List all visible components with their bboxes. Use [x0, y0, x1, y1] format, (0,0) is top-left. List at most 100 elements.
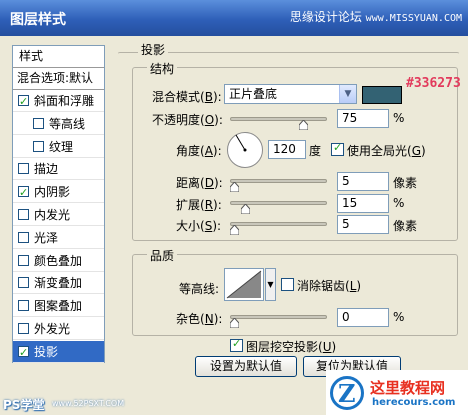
spread-input[interactable]: 15	[337, 194, 389, 213]
noise-slider-thumb[interactable]	[230, 318, 239, 328]
logo-site-text: herecours.com	[372, 397, 456, 408]
anti-alias-label[interactable]: 消除锯齿(L)	[297, 277, 361, 294]
noise-unit: %	[393, 310, 405, 324]
angle-label: 角度(A):	[176, 144, 222, 158]
spread-label: 扩展(R):	[176, 198, 222, 212]
watermark-top: 思缘设计论坛 www.MISSYUAN.COM	[290, 8, 462, 25]
global-light-checkbox[interactable]	[331, 141, 344, 156]
style-item[interactable]: 光泽	[13, 227, 104, 249]
contour-label: 等高线:	[179, 282, 220, 296]
style-item-checkbox[interactable]	[18, 209, 29, 220]
style-item-label: 斜面和浮雕	[34, 94, 95, 108]
knockout-checkbox[interactable]	[230, 337, 243, 352]
style-item-label: 外发光	[34, 322, 71, 336]
watermark-ps: PS学堂	[3, 398, 45, 412]
logo-cn-text: 这里教程网	[370, 379, 446, 397]
blend-mode-value: 正片叠底	[229, 87, 278, 101]
style-item[interactable]: 斜面和浮雕	[13, 90, 104, 112]
style-item-label: 描边	[34, 162, 59, 177]
angle-input[interactable]: 120	[268, 140, 306, 159]
style-item-checkbox[interactable]	[18, 231, 29, 243]
style-item[interactable]: 内阴影	[13, 181, 104, 204]
spread-slider-thumb[interactable]	[240, 204, 250, 214]
size-input[interactable]: 5	[337, 215, 389, 234]
noise-input[interactable]: 0	[337, 308, 389, 327]
watermark-cn: 思缘设计论坛	[289, 10, 362, 24]
styles-header[interactable]: 样式	[13, 46, 104, 68]
shadow-color-swatch[interactable]	[362, 86, 402, 104]
spread-unit: %	[393, 196, 405, 210]
noise-slider[interactable]	[230, 315, 327, 319]
opacity-input[interactable]: 75	[337, 109, 389, 128]
style-item[interactable]: 内发光	[13, 204, 104, 226]
size-slider[interactable]	[230, 222, 327, 226]
style-item-checkbox[interactable]	[18, 277, 29, 289]
watermark-bottom-left: PS学堂 www.52PSXT.COM	[0, 393, 160, 415]
style-item-checkbox[interactable]	[18, 183, 29, 203]
style-item-checkbox[interactable]	[18, 343, 29, 363]
knockout-label[interactable]: 图层挖空投影(U)	[246, 338, 336, 355]
angle-dial[interactable]	[227, 132, 263, 168]
size-slider-thumb[interactable]	[230, 225, 239, 235]
blend-options-item[interactable]: 混合选项:默认	[13, 68, 104, 90]
chevron-down-icon: ▼	[339, 85, 356, 103]
distance-label: 距离(D):	[176, 176, 223, 190]
distance-slider[interactable]	[230, 179, 327, 183]
title-bar: 图层样式 思缘设计论坛 www.MISSYUAN.COM	[0, 0, 468, 36]
style-item[interactable]: 渐变叠加	[13, 272, 104, 295]
style-item[interactable]: 颜色叠加	[13, 250, 104, 272]
section-title: 投影	[138, 41, 169, 58]
opacity-label: 不透明度(O):	[152, 113, 223, 127]
contour-curve-icon	[226, 270, 262, 299]
style-item-checkbox[interactable]	[33, 140, 44, 152]
watermark-ps-site: www.52PSXT.COM	[52, 399, 125, 408]
opacity-slider-thumb[interactable]	[298, 120, 308, 130]
structure-title: 结构	[147, 60, 178, 77]
distance-slider-thumb[interactable]	[230, 182, 239, 192]
style-item-checkbox[interactable]	[18, 323, 29, 334]
blend-mode-label: 混合模式(B):	[152, 90, 222, 104]
watermark-site: www.MISSYUAN.COM	[365, 13, 462, 24]
distance-unit: 像素	[393, 176, 418, 190]
anti-alias-checkbox[interactable]	[281, 278, 294, 291]
style-list: 样式 混合选项:默认 斜面和浮雕等高线纹理描边内阴影内发光光泽颜色叠加渐变叠加图…	[12, 45, 105, 363]
contour-dropdown-arrow[interactable]: ▼	[265, 268, 276, 301]
style-item-checkbox[interactable]	[18, 163, 29, 175]
blend-mode-select[interactable]: 正片叠底 ▼	[224, 84, 357, 104]
style-item-label: 内阴影	[34, 185, 71, 200]
set-default-button[interactable]: 设置为默认值	[195, 356, 297, 377]
size-unit: 像素	[393, 219, 418, 233]
style-item[interactable]: 纹理	[13, 136, 104, 158]
style-item-label: 纹理	[49, 139, 74, 154]
logo-z-icon: Z	[330, 376, 364, 410]
window-title: 图层样式	[10, 12, 66, 28]
style-item-label: 渐变叠加	[34, 276, 83, 291]
style-item-label: 等高线	[49, 116, 86, 131]
opacity-unit: %	[393, 111, 405, 125]
quality-title: 品质	[147, 247, 178, 264]
angle-unit: 度	[309, 144, 322, 158]
style-item[interactable]: 投影	[13, 340, 104, 363]
style-item-checkbox[interactable]	[18, 254, 29, 266]
color-annotation: #336273	[406, 76, 461, 91]
angle-dial-needle	[235, 134, 247, 152]
style-item[interactable]: 外发光	[13, 318, 104, 340]
distance-input[interactable]: 5	[337, 172, 389, 191]
contour-preview[interactable]	[224, 268, 264, 301]
style-item-label: 光泽	[34, 230, 59, 245]
style-item[interactable]: 图案叠加	[13, 295, 104, 318]
opacity-slider[interactable]	[230, 117, 327, 121]
global-light-label[interactable]: 使用全局光(G)	[347, 142, 426, 159]
style-item-label: 内发光	[34, 208, 71, 222]
style-item[interactable]: 描边	[13, 158, 104, 181]
style-item-checkbox[interactable]	[18, 300, 29, 312]
noise-label: 杂色(N):	[176, 312, 223, 326]
style-item-checkbox[interactable]	[33, 117, 44, 129]
site-logo: Z 这里教程网 herecours.com	[326, 370, 468, 415]
style-item-label: 颜色叠加	[34, 253, 83, 268]
dialog-body: 样式 混合选项:默认 斜面和浮雕等高线纹理描边内阴影内发光光泽颜色叠加渐变叠加图…	[0, 36, 468, 415]
size-label: 大小(S):	[176, 219, 222, 233]
style-item[interactable]: 等高线	[13, 113, 104, 135]
style-item-label: 投影	[34, 344, 59, 359]
style-item-checkbox[interactable]	[18, 92, 29, 112]
